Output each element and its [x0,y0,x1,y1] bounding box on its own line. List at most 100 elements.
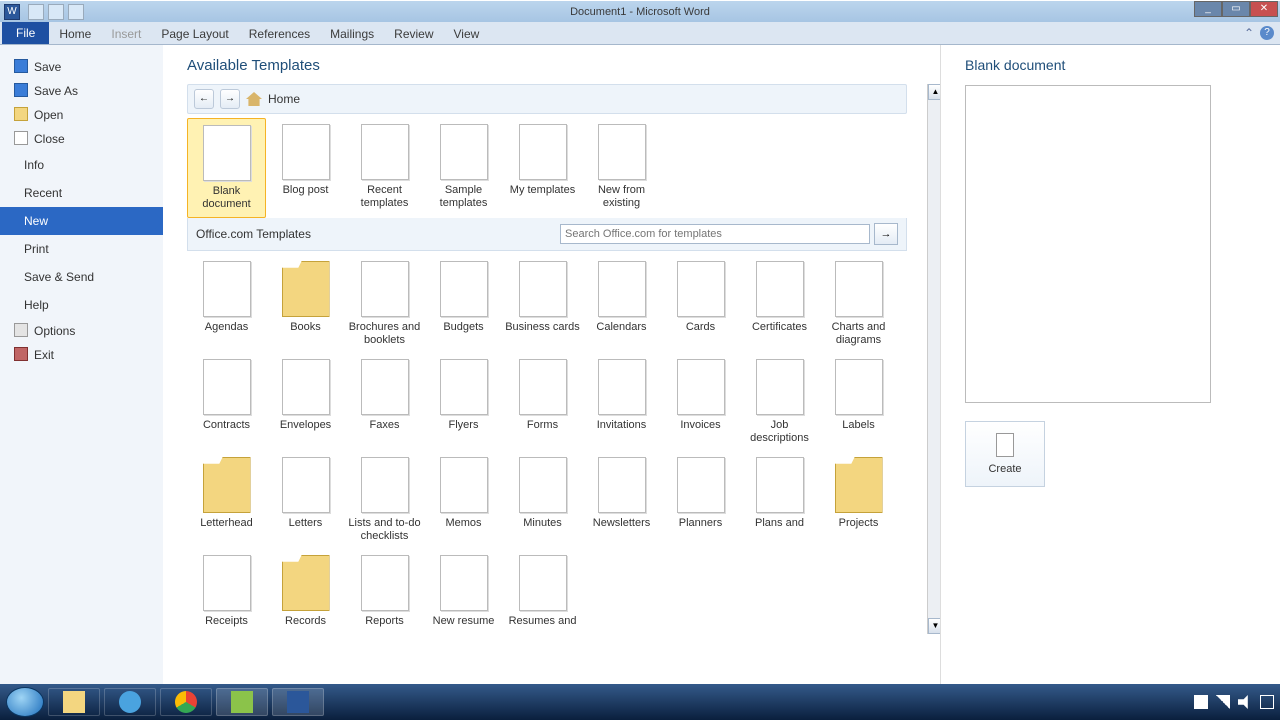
tray-more-icon[interactable] [1260,695,1274,709]
category-books[interactable]: Books [266,255,345,353]
template-icon [203,125,251,181]
category-cards[interactable]: Cards [661,255,740,353]
category-icon [361,359,409,415]
category-planners[interactable]: Planners [661,451,740,549]
template-recent-templates[interactable]: Recent templates [345,118,424,218]
template-new-from-existing[interactable]: New from existing [582,118,661,218]
minimize-ribbon-icon[interactable]: ⌃ [1244,26,1254,40]
category-envelopes[interactable]: Envelopes [266,353,345,451]
nav-options[interactable]: Options [0,319,163,343]
taskbar-ie[interactable] [104,688,156,716]
tab-review[interactable]: Review [384,24,443,44]
category-brochures-and-booklets[interactable]: Brochures and booklets [345,255,424,353]
nav-save-send[interactable]: Save & Send [0,263,163,291]
category-memos[interactable]: Memos [424,451,503,549]
search-templates-input[interactable] [560,224,870,244]
category-flyers[interactable]: Flyers [424,353,503,451]
tab-view[interactable]: View [444,24,490,44]
template-my-templates[interactable]: My templates [503,118,582,218]
category-projects[interactable]: Projects [819,451,898,549]
nav-close[interactable]: Close [0,127,163,151]
template-label: Recent templates [345,184,424,210]
template-blank-document[interactable]: Blank document [187,118,266,218]
tab-page-layout[interactable]: Page Layout [151,24,238,44]
taskbar-camtasia[interactable] [216,688,268,716]
breadcrumb-bar: ← → Home [187,84,907,114]
nav-save-as[interactable]: Save As [0,79,163,103]
tray-flag-icon[interactable] [1194,695,1208,709]
category-certificates[interactable]: Certificates [740,255,819,353]
maximize-button[interactable]: ▭ [1222,1,1250,17]
search-go-button[interactable]: → [874,223,898,245]
category-faxes[interactable]: Faxes [345,353,424,451]
category-letterhead[interactable]: Letterhead [187,451,266,549]
taskbar-word[interactable] [272,688,324,716]
nav-help[interactable]: Help [0,291,163,319]
start-button[interactable] [6,687,44,717]
category-job-descriptions[interactable]: Job descriptions [740,353,819,451]
category-business-cards[interactable]: Business cards [503,255,582,353]
qat-redo-icon[interactable] [68,4,84,20]
category-icon [598,359,646,415]
file-tab[interactable]: File [2,21,49,44]
office-templates-bar: Office.com Templates → [187,218,907,251]
tray-volume-icon[interactable] [1238,695,1252,709]
nav-print[interactable]: Print [0,235,163,263]
qat-undo-icon[interactable] [48,4,64,20]
category-new-resume[interactable]: New resume [424,549,503,634]
nav-recent[interactable]: Recent [0,179,163,207]
template-icon [440,124,488,180]
category-icon [519,261,567,317]
template-blog-post[interactable]: Blog post [266,118,345,218]
minimize-button[interactable]: _ [1194,1,1222,17]
nav-forward-button[interactable]: → [220,89,240,109]
system-tray [1194,695,1274,709]
tab-references[interactable]: References [239,24,320,44]
tab-insert[interactable]: Insert [101,24,151,44]
taskbar-chrome[interactable] [160,688,212,716]
nav-open[interactable]: Open [0,103,163,127]
category-reports[interactable]: Reports [345,549,424,634]
home-icon[interactable] [246,92,262,106]
template-label: New from existing [582,184,661,210]
category-icon [519,359,567,415]
category-records[interactable]: Records [266,549,345,634]
create-button[interactable]: Create [965,421,1045,487]
scroll-down-button[interactable]: ▼ [928,618,940,634]
category-calendars[interactable]: Calendars [582,255,661,353]
category-receipts[interactable]: Receipts [187,549,266,634]
category-label: Job descriptions [740,419,819,445]
category-invoices[interactable]: Invoices [661,353,740,451]
taskbar-explorer[interactable] [48,688,100,716]
breadcrumb-home[interactable]: Home [268,92,300,106]
category-labels[interactable]: Labels [819,353,898,451]
category-forms[interactable]: Forms [503,353,582,451]
qat-save-icon[interactable] [28,4,44,20]
category-icon [677,457,725,513]
nav-save[interactable]: Save [0,55,163,79]
category-invitations[interactable]: Invitations [582,353,661,451]
nav-info[interactable]: Info [0,151,163,179]
tray-network-icon[interactable] [1216,695,1230,709]
tab-home[interactable]: Home [49,24,101,44]
templates-scrollbar[interactable]: ▲ ▼ [927,84,940,634]
nav-new[interactable]: New [0,207,163,235]
template-label: My templates [503,184,582,197]
nav-back-button[interactable]: ← [194,89,214,109]
category-plans-and[interactable]: Plans and [740,451,819,549]
category-resumes-and[interactable]: Resumes and [503,549,582,634]
category-lists-and-to-do-checklists[interactable]: Lists and to-do checklists [345,451,424,549]
category-newsletters[interactable]: Newsletters [582,451,661,549]
category-letters[interactable]: Letters [266,451,345,549]
nav-exit[interactable]: Exit [0,343,163,367]
category-contracts[interactable]: Contracts [187,353,266,451]
help-icon[interactable]: ? [1260,26,1274,40]
category-budgets[interactable]: Budgets [424,255,503,353]
template-sample-templates[interactable]: Sample templates [424,118,503,218]
category-charts-and-diagrams[interactable]: Charts and diagrams [819,255,898,353]
tab-mailings[interactable]: Mailings [320,24,384,44]
close-button[interactable]: ✕ [1250,1,1278,17]
category-minutes[interactable]: Minutes [503,451,582,549]
scroll-up-button[interactable]: ▲ [928,84,940,100]
category-agendas[interactable]: Agendas [187,255,266,353]
